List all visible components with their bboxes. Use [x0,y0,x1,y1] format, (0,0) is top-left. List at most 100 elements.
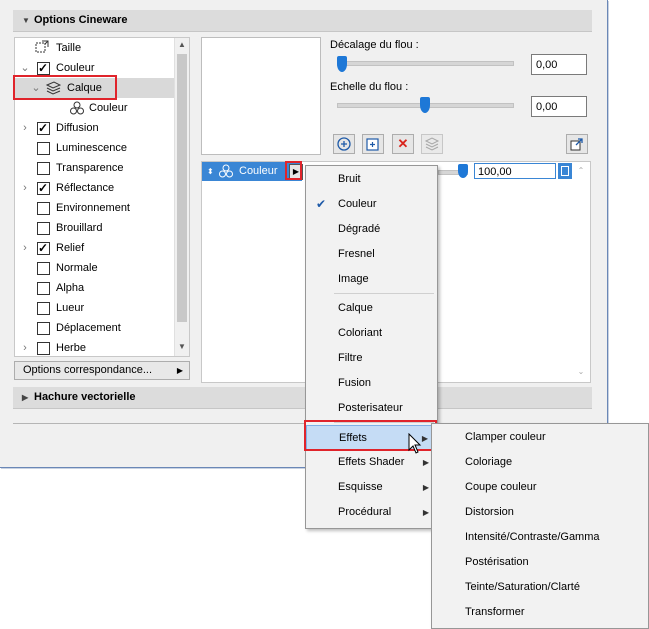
chevron-right-icon[interactable]: › [20,118,30,138]
expand-triangle-icon: ▶ [22,393,29,402]
menu-item-label: Procédural [338,506,392,518]
cineware-options-window: ▼ Options Cineware Taille ⌄ Couleur ⌄ Ca… [0,0,608,468]
scroll-up-icon[interactable]: ▲ [175,40,189,49]
menu-item-filter[interactable]: Filtre [306,346,435,371]
menu-item-gradient[interactable]: Dégradé [306,217,435,242]
menu-item-label: Filtre [338,352,363,364]
scroll-down-icon[interactable]: ⌄ [574,367,588,376]
tree-item-environment[interactable]: Environnement [15,198,175,218]
tree-item-label: Normale [56,262,98,274]
menu-item-image[interactable]: Image [306,267,435,292]
tree-item-label: Réflectance [56,182,115,194]
tree-item-label: Diffusion [56,122,99,134]
add-layer-button[interactable] [362,134,384,154]
tree-item-normal[interactable]: Normale [15,258,175,278]
menu-separator [334,293,434,294]
transparency-checkbox[interactable] [37,162,50,175]
menu-item-label: Transformer [465,606,525,618]
submenu-item-posterization[interactable]: Postérisation [432,550,646,575]
submenu-item-clamp-color[interactable]: Clamper couleur [432,425,646,450]
glow-checkbox[interactable] [37,302,50,315]
cineware-section-header[interactable]: ▼ Options Cineware [13,10,592,32]
grass-checkbox[interactable] [37,342,50,355]
tree-item-diffusion[interactable]: › Diffusion [15,118,175,138]
tree-item-displacement[interactable]: Déplacement [15,318,175,338]
section-title: Options Cineware [34,14,128,26]
tree-item-glow[interactable]: Lueur [15,298,175,318]
scroll-down-icon[interactable]: ▼ [175,342,189,351]
menu-item-label: Esquisse [338,481,383,493]
menu-item-noise[interactable]: Bruit [306,167,435,192]
collapse-triangle-icon: ▼ [22,16,30,25]
layer-options-button[interactable] [558,163,572,179]
menu-item-color[interactable]: ✔ Couleur [306,192,435,217]
blur-offset-slider-track[interactable] [337,61,514,66]
layer-opacity-thumb[interactable] [458,164,468,178]
chevron-right-icon[interactable]: › [20,338,30,358]
relief-checkbox[interactable] [37,238,50,258]
menu-item-label: Couleur [338,198,377,210]
submenu-item-hue-saturation-lightness[interactable]: Teinte/Saturation/Clarté [432,575,646,600]
tree-item-grass[interactable]: › Herbe [15,338,175,358]
submenu-item-coloring[interactable]: Coloriage [432,450,646,475]
blur-offset-slider-thumb[interactable] [337,56,347,72]
delete-button[interactable]: ✕ [392,134,414,154]
fog-checkbox[interactable] [37,222,50,235]
submenu-item-distortion[interactable]: Distorsion [432,500,646,525]
menu-item-colorizer[interactable]: Coloriant [306,321,435,346]
tree-item-label: Transparence [56,162,124,174]
reflectance-checkbox[interactable] [37,178,50,198]
tree-item-relief[interactable]: › Relief [15,238,175,258]
normal-checkbox[interactable] [37,262,50,275]
hatching-section-header[interactable]: ▶ Hachure vectorielle [13,387,592,409]
tree-item-label: Luminescence [56,142,127,154]
menu-item-layer[interactable]: Calque [306,296,435,321]
scroll-up-icon[interactable]: ⌃ [574,166,588,175]
submenu-item-transform[interactable]: Transformer [432,600,646,625]
resize-icon [35,40,49,54]
shader-type-menu: Bruit ✔ Couleur Dégradé Fresnel Image Ca… [305,165,438,529]
export-button[interactable] [566,134,588,154]
tree-item-alpha[interactable]: Alpha [15,278,175,298]
menu-item-posterizer[interactable]: Posterisateur [306,396,435,421]
matching-options-button[interactable]: Options correspondance... ▶ [14,361,190,380]
tree-item-luminescence[interactable]: Luminescence [15,138,175,158]
displacement-checkbox[interactable] [37,322,50,335]
menu-item-fusion[interactable]: Fusion [306,371,435,396]
environment-checkbox[interactable] [37,202,50,215]
blur-offset-input[interactable]: 0,00 [531,54,587,75]
menu-item-procedural[interactable]: Procédural ▶ [306,500,435,525]
add-shader-button[interactable] [333,134,355,154]
menu-item-fresnel[interactable]: Fresnel [306,242,435,267]
layer-list-scrollbar[interactable]: ⌃ ⌄ [574,162,588,380]
tree-item-reflectance[interactable]: › Réflectance [15,178,175,198]
menu-item-label: Fresnel [338,248,375,260]
submenu-item-color-cut[interactable]: Coupe couleur [432,475,646,500]
chevron-right-icon[interactable]: › [20,178,30,198]
tree-scrollbar[interactable]: ▲ ▼ [174,38,189,356]
tree-item-transparency[interactable]: Transparence [15,158,175,178]
tree-item-fog[interactable]: Brouillard [15,218,175,238]
menu-item-label: Postérisation [465,556,529,568]
tree-item-layer-color[interactable]: Couleur [15,98,175,118]
menu-item-label: Coloriant [338,327,383,339]
menu-item-label: Dégradé [338,223,381,235]
blur-scale-input[interactable]: 0,00 [531,96,587,117]
blur-scale-slider-thumb[interactable] [420,97,430,113]
layer-opacity-input[interactable]: 100,00 [474,163,556,179]
submenu-arrow-icon: ▶ [422,483,429,492]
submenu-arrow-icon: ▶ [422,458,429,467]
reorder-icon[interactable]: ⬍ [207,162,214,181]
menu-item-sketch[interactable]: Esquisse ▶ [306,475,435,500]
color-checkbox[interactable] [37,58,50,78]
chevron-right-icon[interactable]: › [20,238,30,258]
submenu-item-intensity-contrast-gamma[interactable]: Intensité/Contraste/Gamma [432,525,646,550]
luminescence-checkbox[interactable] [37,142,50,155]
tree-item-label: Relief [56,242,85,254]
diffusion-checkbox[interactable] [37,118,50,138]
layers-button[interactable] [421,134,443,154]
scrollbar-thumb[interactable] [177,54,187,322]
tree-item-label: Couleur [89,102,128,114]
tree-item-size[interactable]: Taille [15,38,175,58]
alpha-checkbox[interactable] [37,282,50,295]
